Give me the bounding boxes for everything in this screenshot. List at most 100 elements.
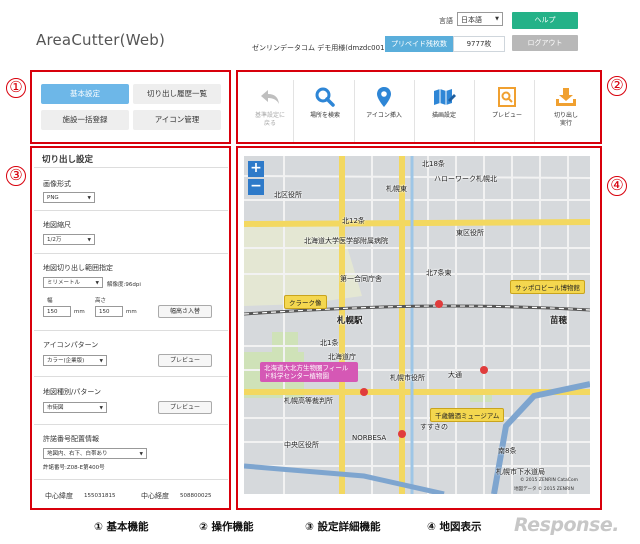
chevron-down-icon: ▼ — [95, 281, 99, 286]
image-format-select[interactable]: PNG ▼ — [43, 192, 95, 203]
caption-3: ③ 設定詳細機能 — [305, 521, 381, 533]
toolbar-divider — [293, 80, 294, 142]
map-label: 北区役所 — [274, 191, 302, 199]
tool-draw-settings[interactable]: 描画設定 — [415, 80, 473, 142]
map-label-station: 札幌駅 — [337, 316, 363, 326]
license-label: 許諾番号配置情報 — [43, 435, 99, 443]
tool-preview[interactable]: プレビュー — [478, 80, 536, 142]
chevron-down-icon: ▼ — [495, 16, 499, 22]
map-label: 北7条東 — [426, 269, 452, 277]
chevron-down-icon: ▼ — [99, 359, 103, 364]
height-input[interactable]: 150 — [95, 306, 123, 317]
image-format-value: PNG — [47, 195, 59, 201]
prepaid-value: 9777枚 — [453, 36, 505, 52]
icon-pattern-value: カラー(企業版) — [47, 358, 85, 364]
chevron-down-icon: ▼ — [87, 196, 91, 201]
map-scale-value: 1/2万 — [47, 237, 62, 243]
preview-icon — [498, 87, 516, 107]
user-name: ゼンリンデータコム デモ用様(dmzdc001) — [252, 44, 388, 52]
tool-back-label-2: 戻る — [263, 120, 276, 127]
range-label: 地図切り出し範囲指定 — [43, 264, 113, 272]
map-type-select[interactable]: 市街図 ▼ — [43, 402, 107, 413]
language-label: 言語 — [439, 17, 453, 25]
tool-back-to-base[interactable]: 基準設定に 戻る — [241, 80, 299, 142]
map-copyright: 地図データ © 2015 ZENRIN — [514, 487, 574, 492]
map-pin-icon — [377, 87, 391, 107]
map-label: 札幌市下水道局 — [496, 468, 545, 476]
icon-pattern-label: アイコンパターン — [43, 341, 99, 349]
divider — [34, 376, 228, 377]
map-label: 東区役所 — [456, 229, 484, 237]
map-label: 札幌高等裁判所 — [284, 397, 333, 405]
center-lat-value: 155031815 — [84, 493, 116, 499]
swap-width-height-button[interactable]: 幅高さ入替 — [158, 305, 212, 318]
map-label: 札幌市役所 — [390, 374, 425, 382]
license-value: 地図内、右下、白帯あり — [47, 451, 108, 457]
map-poi-clark: クラーク像 — [284, 295, 327, 309]
map-draw-icon — [434, 89, 456, 105]
download-icon — [556, 88, 576, 106]
tool-draw-label: 描画設定 — [431, 112, 456, 119]
center-lng-value: 508800025 — [180, 493, 212, 499]
toolbar-divider — [534, 80, 535, 142]
history-list-button[interactable]: 切り出し履歴一覧 — [133, 84, 221, 104]
basic-settings-button[interactable]: 基本設定 — [41, 84, 129, 104]
map-copyright: © 2015 ZENRIN CataCom — [520, 478, 579, 483]
tool-execute-cut[interactable]: 切り出し 実行 — [537, 80, 595, 142]
map-label-station: 苗穂 — [550, 316, 568, 326]
license-select[interactable]: 地図内、右下、白帯あり ▼ — [43, 448, 147, 459]
tool-search-place[interactable]: 場所を検索 — [296, 80, 354, 142]
map-type-preview-button[interactable]: プレビュー — [158, 401, 212, 414]
divider — [34, 424, 228, 425]
language-select[interactable]: 日本語 ▼ — [457, 12, 503, 26]
map-label: すすきの — [420, 423, 448, 431]
search-icon — [315, 87, 335, 107]
divider — [34, 253, 228, 254]
icon-manage-button[interactable]: アイコン管理 — [133, 110, 221, 130]
map-poi-sapporo-beer: サッポロビール博物館 — [510, 280, 585, 294]
map-label: 札幌東 — [386, 185, 407, 193]
caption-1: ① 基本機能 — [94, 521, 149, 533]
toolbar-divider — [474, 80, 475, 142]
settings-title: 切り出し設定 — [42, 155, 94, 165]
tool-execute-label-2: 実行 — [559, 120, 572, 127]
chevron-down-icon: ▼ — [87, 238, 91, 243]
facility-bulk-register-button[interactable]: 施設一括登録 — [41, 110, 129, 130]
map-label: 北海道庁 — [328, 353, 356, 361]
tool-search-label: 場所を検索 — [309, 112, 340, 119]
zoom-in-button[interactable]: + — [248, 161, 264, 177]
response-logo: Response. — [514, 514, 619, 536]
map-view[interactable]: + − 北18条 ハローワーク札幌北 札幌東 北区役所 北12条 東区役所 北海… — [244, 156, 590, 494]
tool-back-label-1: 基準設定に — [254, 112, 285, 119]
callout-number-1: ① — [6, 78, 26, 98]
width-input[interactable]: 150 — [43, 306, 71, 317]
map-scale-label: 地図縮尺 — [43, 221, 71, 229]
map-label: 北1条 — [320, 339, 339, 347]
range-unit-select[interactable]: ミリメートル ▼ — [43, 277, 103, 288]
height-label: 高さ — [95, 298, 107, 304]
map-label: 中央区役所 — [284, 441, 319, 449]
language-value: 日本語 — [461, 16, 482, 24]
logout-button[interactable]: ログアウト — [512, 35, 578, 51]
map-type-label: 地図種別/パターン — [43, 388, 102, 396]
callout-number-3: ③ — [6, 166, 26, 186]
map-label: 第一合同庁舎 — [340, 275, 382, 283]
map-label: 北12条 — [342, 217, 365, 225]
tool-insert-icon[interactable]: アイコン挿入 — [355, 80, 413, 142]
center-lat-label: 中心緯度 — [45, 492, 73, 500]
callout-box-1 — [30, 70, 231, 144]
map-label: 南8条 — [498, 447, 517, 455]
icon-pattern-preview-button[interactable]: プレビュー — [158, 354, 212, 367]
icon-pattern-select[interactable]: カラー(企業版) ▼ — [43, 355, 107, 366]
tool-insert-label: アイコン挿入 — [366, 112, 402, 119]
divider — [34, 210, 228, 211]
caption-2: ② 操作機能 — [199, 521, 254, 533]
help-button[interactable]: ヘルプ — [512, 12, 578, 29]
divider — [34, 330, 228, 331]
tool-execute-label-1: 切り出し — [553, 112, 578, 119]
zoom-out-button[interactable]: − — [248, 179, 264, 195]
divider — [34, 167, 228, 168]
map-scale-select[interactable]: 1/2万 ▼ — [43, 234, 95, 245]
map-label: 北海道大学医学部附属病院 — [304, 237, 388, 245]
resolution-text: 解像度:96dpi — [107, 282, 141, 288]
